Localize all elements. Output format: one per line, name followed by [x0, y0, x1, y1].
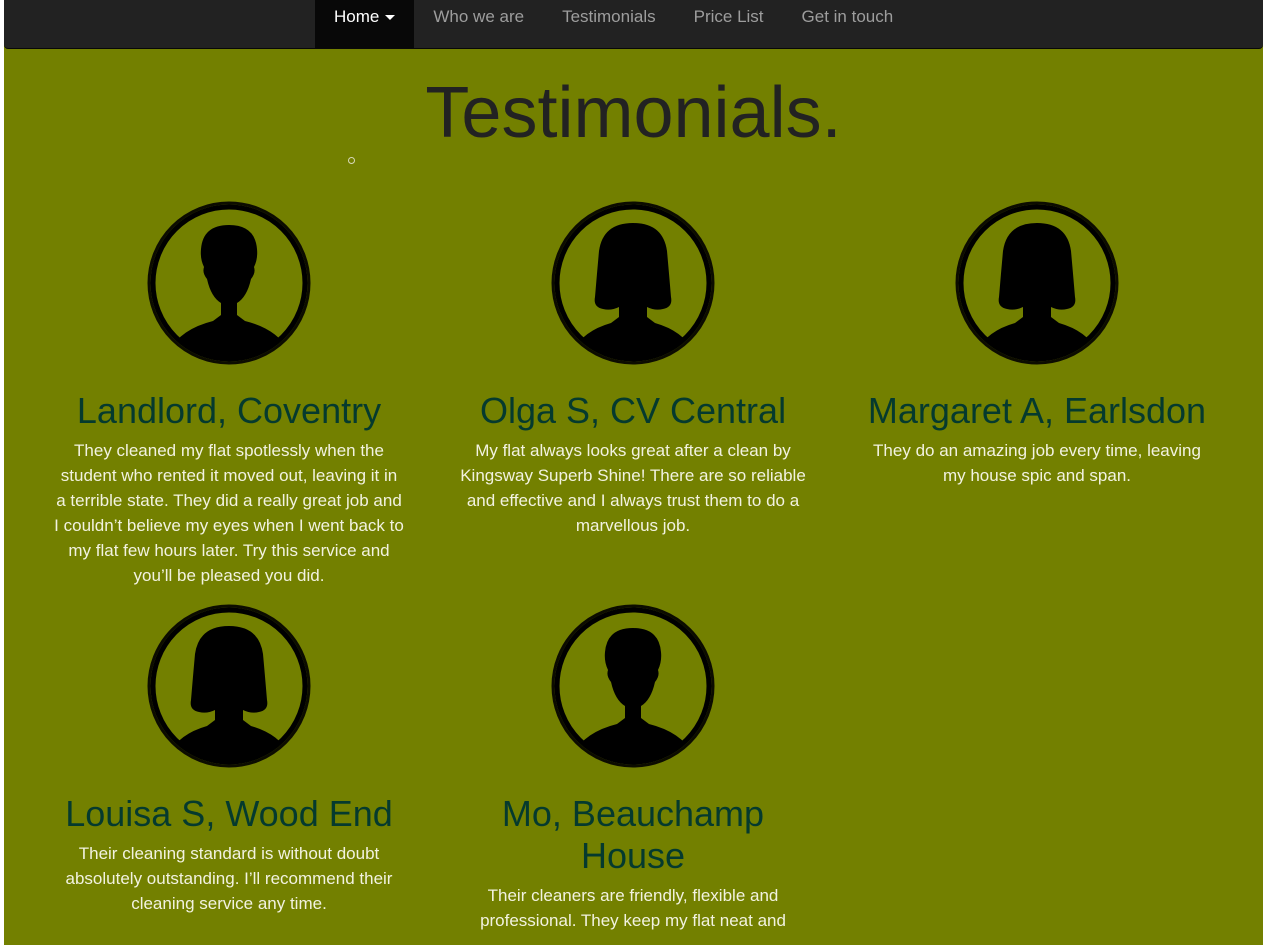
- testimonial-name: Louisa S, Wood End: [65, 793, 393, 834]
- testimonial-name: Mo, Beauchamp House: [501, 793, 765, 876]
- female-silhouette-icon: [551, 201, 715, 365]
- page-title: Testimonials.: [425, 73, 842, 153]
- female-silhouette-icon: [147, 604, 311, 768]
- testimonial-card: Landlord, Coventry They cleaned my flat …: [27, 201, 431, 588]
- caret-down-icon: [385, 15, 396, 21]
- testimonial-name: Landlord, Coventry: [76, 390, 382, 431]
- nav-menu: Home Who we are Testimonials Price List …: [315, 0, 912, 48]
- female-silhouette-icon: [955, 201, 1119, 365]
- male-silhouette-icon: [551, 604, 715, 768]
- testimonial-text: They do an amazing job every time, leavi…: [873, 441, 1201, 485]
- testimonial-card: Olga S, CV Central My flat always looks …: [431, 201, 835, 538]
- testimonial-name: Olga S, CV Central: [479, 390, 787, 431]
- nav-item-label: Home: [334, 7, 380, 26]
- testimonial-card: Louisa S, Wood End Their cleaning standa…: [27, 604, 431, 916]
- testimonial-text: My flat always looks great after a clean…: [460, 441, 806, 535]
- testimonial-card: Margaret A, Earlsdon They do an amazing …: [835, 201, 1239, 488]
- page: Home Who we are Testimonials Price List …: [4, 0, 1263, 945]
- male-silhouette-icon: [147, 201, 311, 365]
- nav-item-who-we-are[interactable]: Who we are: [414, 0, 543, 48]
- nav-item-get-in-touch[interactable]: Get in touch: [783, 0, 913, 48]
- nav-item-home[interactable]: Home: [315, 0, 415, 48]
- navbar: Home Who we are Testimonials Price List …: [4, 0, 1263, 49]
- circle-marker-icon: [348, 157, 355, 164]
- nav-item-price-list[interactable]: Price List: [675, 0, 783, 48]
- testimonial-name: Margaret A, Earlsdon: [867, 390, 1207, 431]
- nav-item-testimonials[interactable]: Testimonials: [543, 0, 675, 48]
- testimonial-text: Their cleaners are friendly, flexible an…: [480, 886, 786, 930]
- testimonial-text: They cleaned my flat spotlessly when the…: [54, 441, 404, 585]
- testimonial-card: Mo, Beauchamp House Their cleaners are f…: [431, 604, 835, 933]
- testimonial-text: Their cleaning standard is without doubt…: [65, 844, 393, 913]
